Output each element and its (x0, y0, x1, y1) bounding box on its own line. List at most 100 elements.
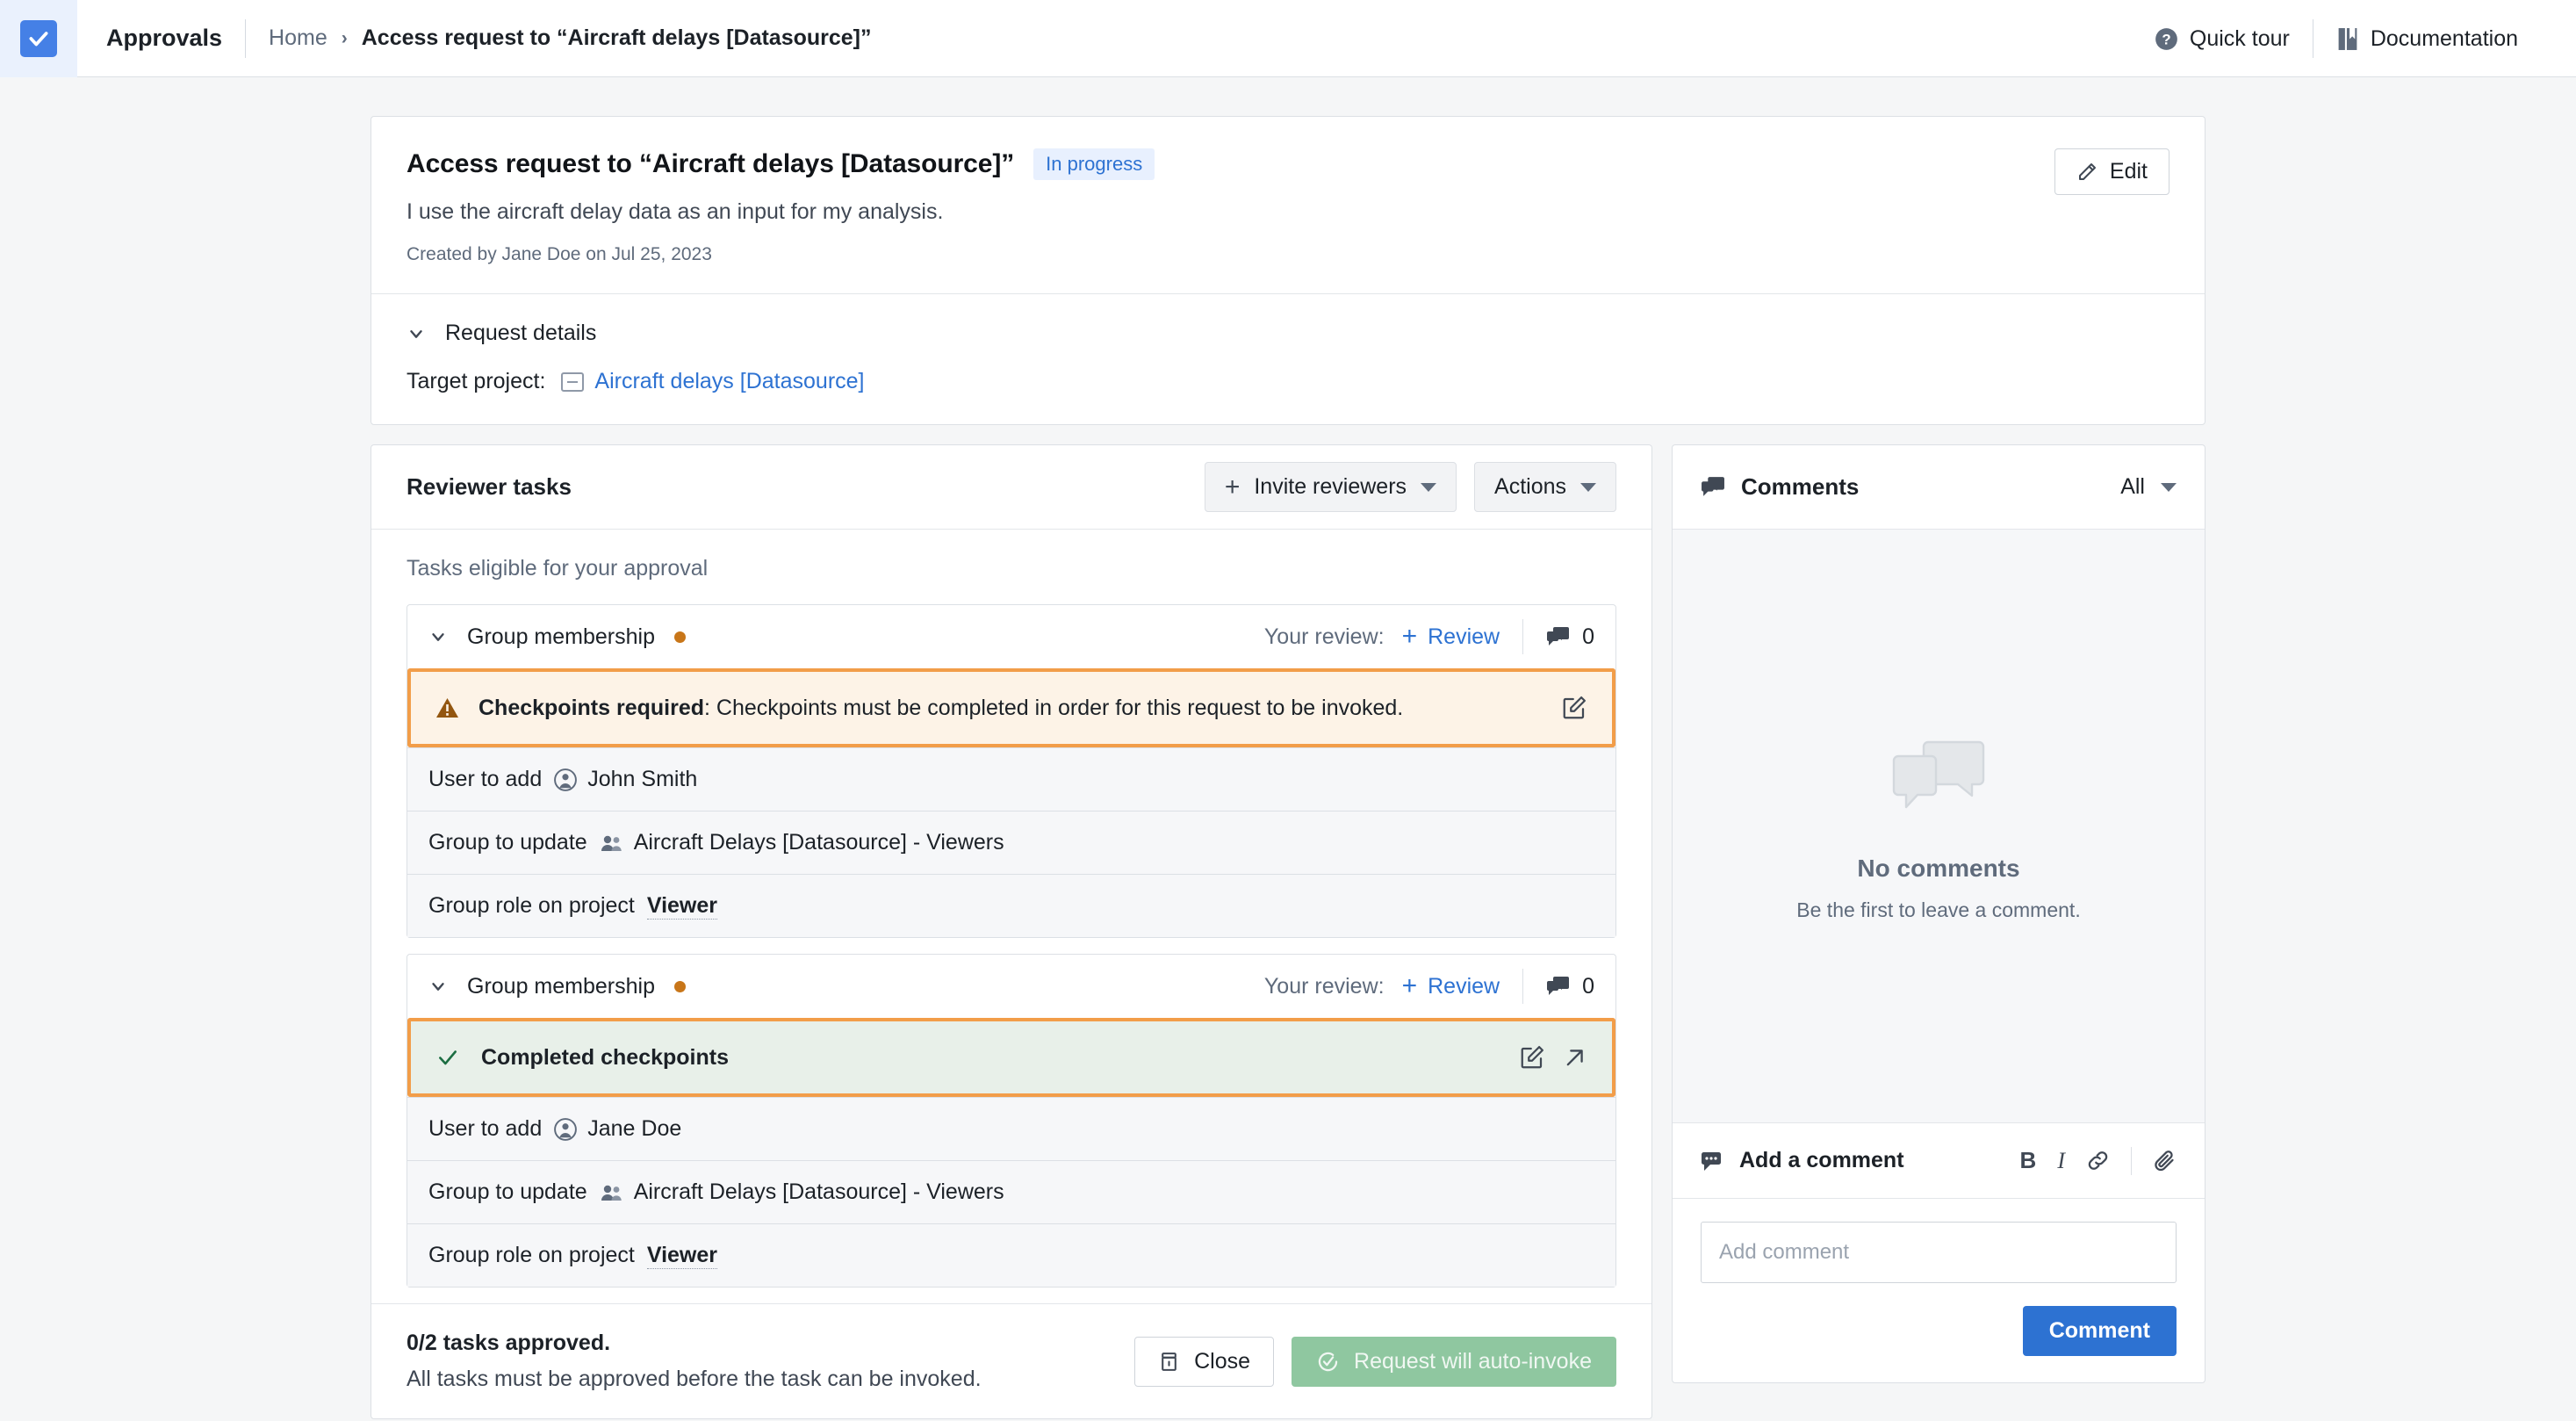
comments-card: Comments All No comments Be the first to… (1672, 444, 2205, 1383)
request-details-toggle[interactable]: Request details (407, 321, 2169, 346)
comment-icon (1546, 626, 1570, 648)
actions-button[interactable]: Actions (1474, 462, 1616, 512)
chevron-down-icon (1421, 482, 1437, 492)
detail-value: Aircraft Delays [Datasource] - Viewers (600, 830, 1004, 855)
review-label: Review (1428, 624, 1500, 649)
invite-reviewers-button[interactable]: + Invite reviewers (1204, 462, 1457, 512)
comment-composer-header: Add a comment B I (1673, 1123, 2205, 1199)
divider (245, 18, 247, 58)
detail-value-text: Aircraft Delays [Datasource] - Viewers (633, 1179, 1004, 1204)
refresh-check-icon (1316, 1350, 1340, 1374)
detail-value: Jane Doe (554, 1116, 681, 1142)
chevron-down-icon[interactable] (428, 977, 448, 996)
task-header-left: Group membership (428, 624, 686, 650)
task-header-right: Your review: + Review 0 (1264, 969, 1594, 1004)
open-external-icon[interactable] (1563, 1045, 1587, 1070)
task-block: Group membership Your review: + Review 0… (407, 604, 1616, 938)
detail-value-text: John Smith (587, 767, 698, 791)
svg-text:?: ? (2162, 31, 2170, 47)
top-navigation-bar: Approvals Home › Access request to “Airc… (0, 0, 2576, 77)
user-icon (554, 1117, 578, 1141)
quick-tour-button[interactable]: ? Quick tour (2132, 26, 2313, 52)
review-button[interactable]: + Review (1402, 624, 1500, 650)
comments-empty-state: No comments Be the first to leave a comm… (1673, 530, 2205, 1123)
reviewer-tasks-title: Reviewer tasks (407, 473, 572, 500)
task-header-left: Group membership (428, 974, 686, 999)
detail-value: Aircraft Delays [Datasource] - Viewers (600, 1179, 1004, 1205)
divider (1522, 969, 1524, 1004)
task-comment-count[interactable]: 0 (1546, 624, 1594, 650)
task-header: Group membership Your review: + Review 0 (407, 955, 1615, 1018)
title-row: Access request to “Aircraft delays [Data… (407, 148, 2169, 180)
empty-comments-subtitle: Be the first to leave a comment. (1796, 898, 2081, 921)
request-auto-invoke-button: Request will auto-invoke (1292, 1336, 1616, 1387)
comment-submit-button[interactable]: Comment (2022, 1306, 2177, 1356)
task-detail-row: Group to update Aircraft Delays [Datasou… (407, 1160, 1615, 1223)
chevron-down-icon (2161, 482, 2177, 492)
plus-icon: + (1401, 971, 1418, 1000)
edit-checkpoints-icon[interactable] (1561, 695, 1587, 721)
review-button[interactable]: + Review (1401, 971, 1500, 1000)
reviewer-tasks-card: Reviewer tasks + Invite reviewers Action… (371, 444, 1652, 1419)
reviewer-tasks-body: Tasks eligible for your approval Group m… (371, 530, 1651, 1288)
task-header: Group membership Your review: + Review 0 (407, 605, 1615, 668)
detail-key: User to add (428, 767, 543, 791)
link-icon[interactable] (2086, 1149, 2110, 1172)
task-comment-count[interactable]: 0 (1546, 974, 1594, 999)
status-badge: In progress (1033, 148, 1155, 180)
detail-key: Group to update (428, 1179, 587, 1204)
content-wrapper: Access request to “Aircraft delays [Data… (371, 116, 2205, 1419)
edit-checkpoints-icon[interactable] (1519, 1044, 1545, 1071)
group-icon (600, 1182, 623, 1203)
comment-composer-body: Comment (1673, 1199, 2205, 1382)
attachment-icon[interactable] (2153, 1149, 2177, 1172)
group-icon (600, 833, 623, 854)
divider (2131, 1146, 2132, 1175)
review-label: Review (1428, 973, 1500, 999)
documentation-label: Documentation (2370, 25, 2518, 51)
empty-comments-title: No comments (1857, 855, 2020, 882)
breadcrumb: Home › Access request to “Aircraft delay… (269, 25, 871, 51)
banner-content: Checkpoints required: Checkpoints must b… (435, 696, 1403, 721)
banner-strong: Completed checkpoints (481, 1044, 729, 1070)
comments-header: Comments All (1673, 445, 2205, 530)
warning-icon (435, 697, 459, 719)
breadcrumb-home[interactable]: Home (269, 25, 327, 51)
request-description: I use the aircraft delay data as an inpu… (407, 199, 944, 224)
task-name: Group membership (467, 624, 655, 649)
comment-dots-icon (1701, 1151, 1723, 1172)
checkpoints-required-banner: Checkpoints required: Checkpoints must b… (411, 672, 1612, 744)
italic-icon[interactable]: I (2057, 1148, 2065, 1174)
quick-tour-label: Quick tour (2189, 25, 2290, 51)
empty-comments-icon (1889, 730, 1988, 818)
comment-input[interactable] (1701, 1222, 2177, 1283)
request-meta: Created by Jane Doe on Jul 25, 2023 (407, 244, 712, 264)
close-button[interactable]: Close (1134, 1336, 1275, 1387)
banner-icons (1561, 695, 1587, 721)
bold-icon[interactable]: B (2020, 1147, 2037, 1174)
plus-icon: + (1401, 622, 1418, 651)
approval-status: 0/2 tasks approved. All tasks must be ap… (407, 1331, 982, 1392)
documentation-button[interactable]: Documentation (2313, 26, 2541, 52)
comments-filter-dropdown[interactable]: All (2120, 474, 2177, 500)
banner-text: Checkpoints required: Checkpoints must b… (479, 696, 1403, 721)
banner-icons (1519, 1044, 1587, 1071)
comment-icon (1546, 976, 1570, 998)
auto-invoke-label: Request will auto-invoke (1354, 1348, 1592, 1374)
breadcrumb-separator-icon: › (341, 27, 348, 48)
banner-strong: Checkpoints required (479, 695, 704, 720)
eligible-tasks-label: Tasks eligible for your approval (407, 556, 709, 581)
target-project-link[interactable]: Aircraft delays [Datasource] (594, 369, 864, 394)
detail-key: User to add (428, 1116, 543, 1141)
reviewer-tasks-header: Reviewer tasks + Invite reviewers Action… (371, 445, 1651, 530)
actions-label: Actions (1494, 474, 1566, 499)
add-comment-title: Add a comment (1701, 1148, 1904, 1173)
target-project-label: Target project: (407, 369, 546, 393)
detail-value-text: Jane Doe (587, 1116, 682, 1141)
edit-button[interactable]: Edit (2054, 148, 2169, 195)
app-logo[interactable] (0, 0, 77, 77)
reviewer-tasks-actions: + Invite reviewers Actions (1204, 462, 1616, 512)
detail-value: John Smith (554, 767, 697, 792)
topbar-actions: ? Quick tour Documentation (2132, 0, 2541, 77)
chevron-down-icon[interactable] (428, 627, 448, 646)
